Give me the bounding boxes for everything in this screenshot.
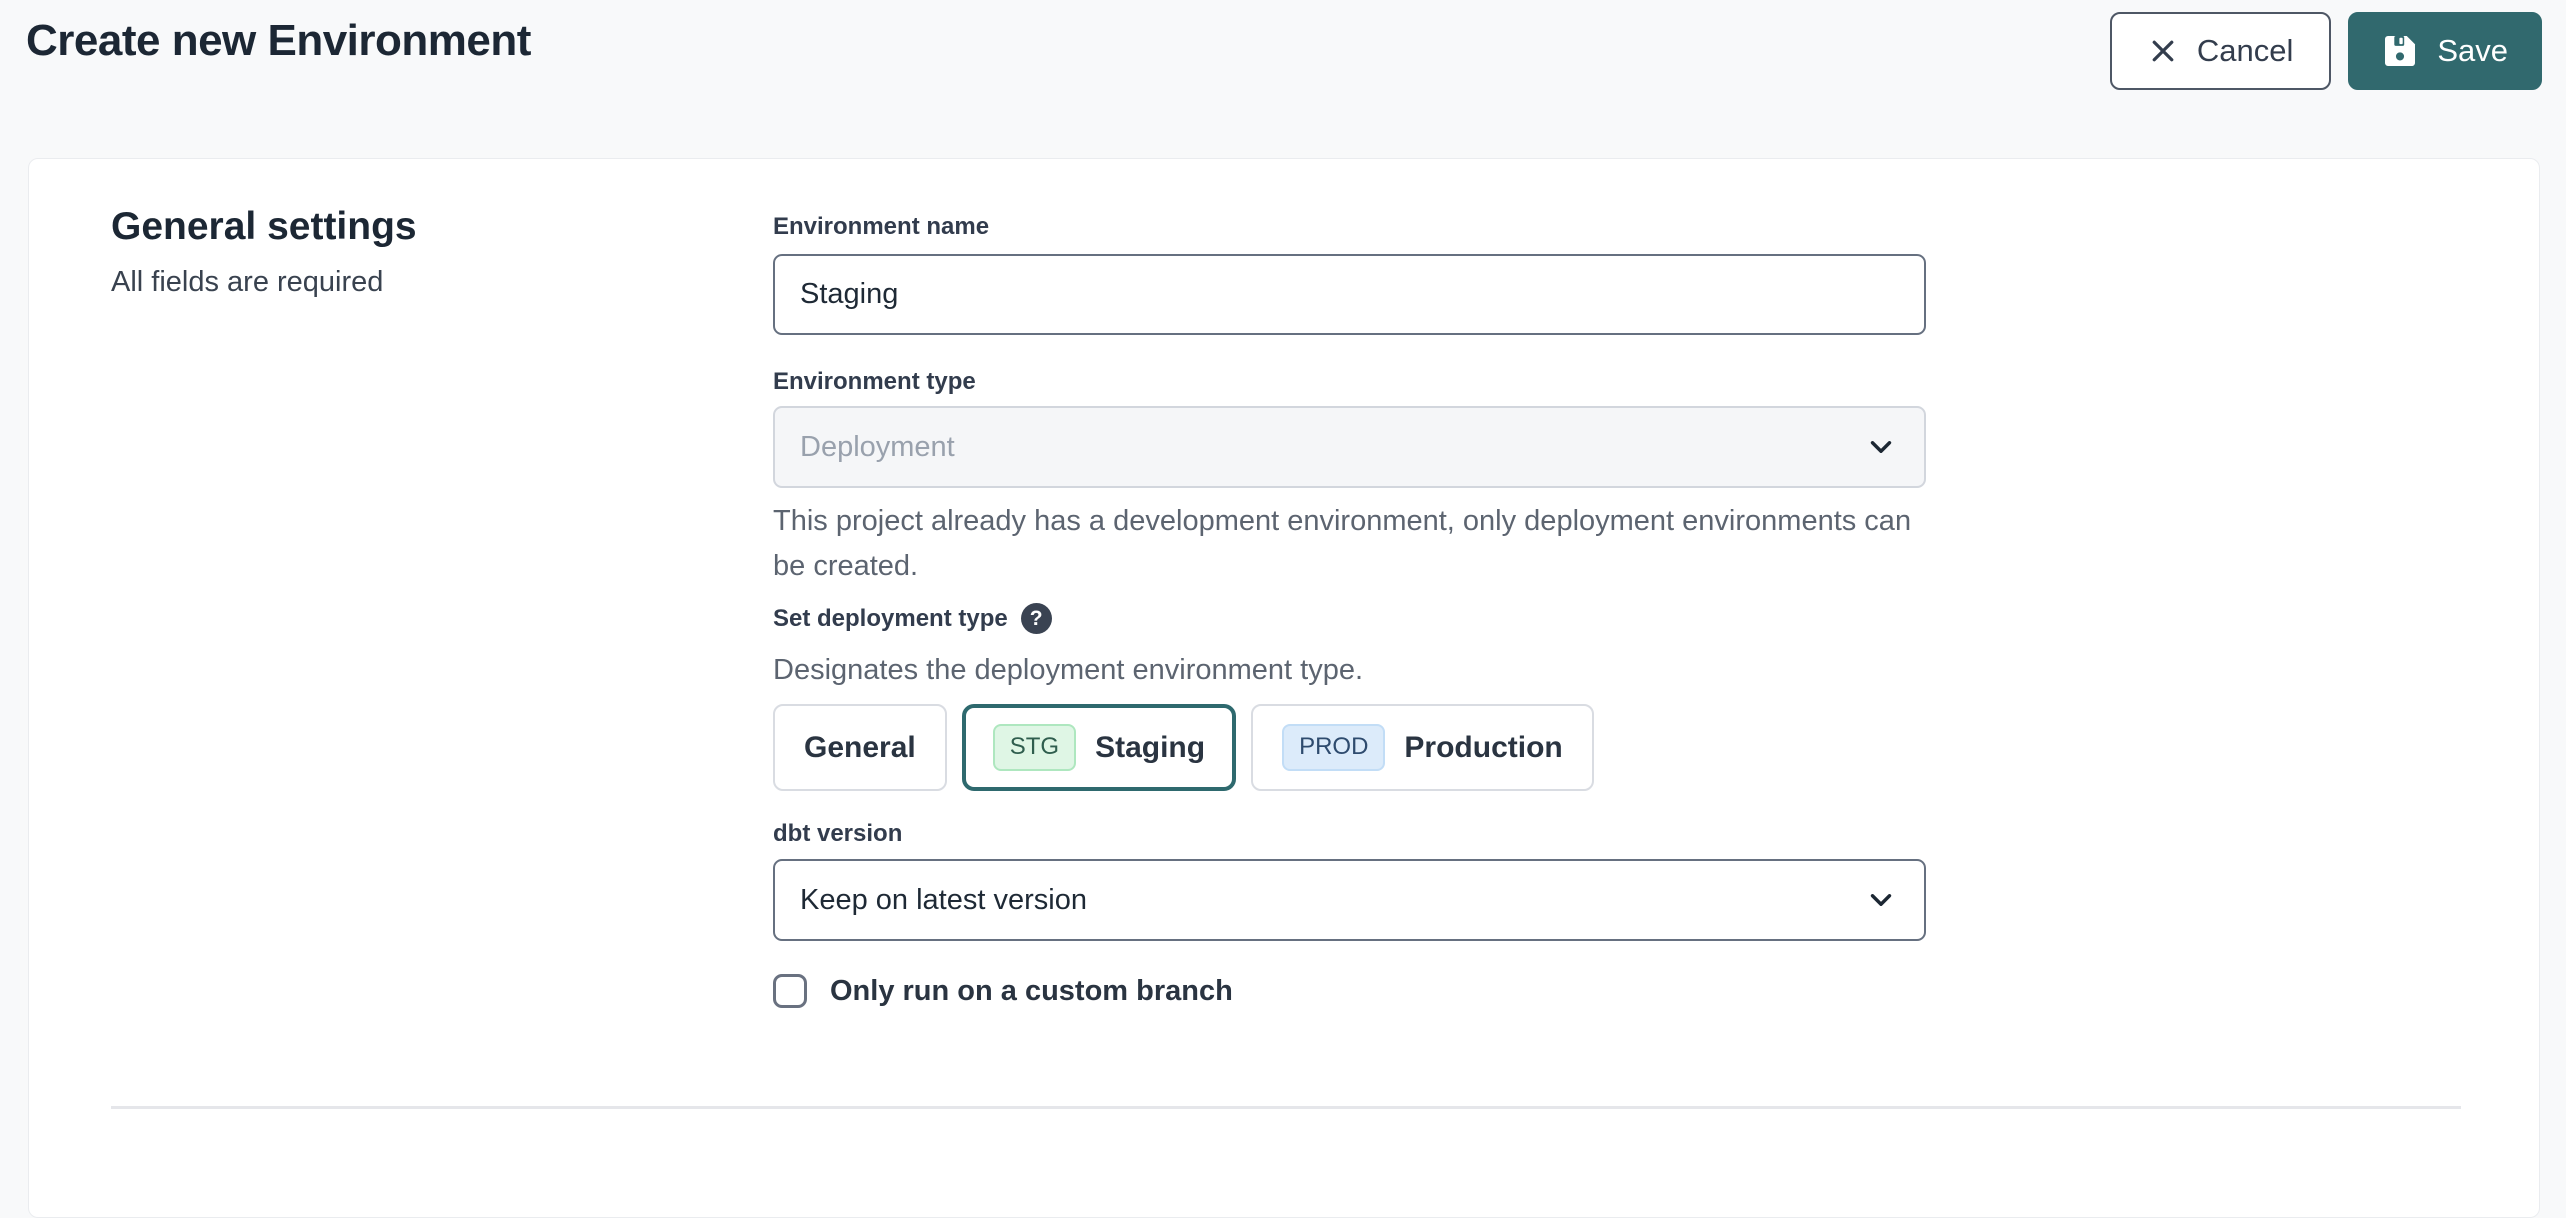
cancel-button[interactable]: Cancel — [2110, 12, 2332, 90]
save-icon — [2382, 33, 2418, 69]
dbt-version-select[interactable]: Keep on latest version — [773, 859, 1926, 941]
custom-branch-row[interactable]: Only run on a custom branch — [773, 974, 1233, 1008]
deployment-type-label-row: Set deployment type ? — [773, 603, 1052, 634]
page-title: Create new Environment — [26, 16, 531, 66]
deployment-type-label: Set deployment type — [773, 605, 1008, 633]
page-header: Create new Environment Cancel Save — [0, 0, 2566, 158]
general-settings-card: General settings All fields are required… — [28, 158, 2540, 1218]
custom-branch-label: Only run on a custom branch — [830, 975, 1233, 1008]
deployment-option-staging[interactable]: STG Staging — [962, 704, 1236, 791]
header-actions: Cancel Save — [2110, 12, 2542, 90]
deployment-option-production[interactable]: PROD Production — [1251, 704, 1594, 791]
environment-type-helper: This project already has a development e… — [773, 499, 1933, 589]
create-environment-page: { "page": { "title": "Create new Environ… — [0, 0, 2566, 1142]
save-button-label: Save — [2437, 33, 2508, 69]
deployment-type-options: General STG Staging PROD Production — [773, 704, 1594, 791]
environment-type-value: Deployment — [800, 431, 955, 464]
save-button[interactable]: Save — [2348, 12, 2542, 90]
cancel-button-label: Cancel — [2197, 33, 2294, 69]
help-icon[interactable]: ? — [1021, 603, 1052, 634]
deployment-type-description: Designates the deployment environment ty… — [773, 648, 1933, 693]
section-divider — [111, 1106, 2461, 1109]
environment-name-label: Environment name — [773, 213, 989, 241]
deployment-option-production-label: Production — [1404, 731, 1562, 765]
environment-name-input[interactable] — [773, 254, 1926, 335]
section-header: General settings All fields are required — [111, 205, 417, 299]
chevron-down-icon — [1864, 883, 1898, 917]
environment-type-select[interactable]: Deployment — [773, 406, 1926, 488]
dbt-version-label: dbt version — [773, 820, 902, 848]
custom-branch-checkbox[interactable] — [773, 974, 807, 1008]
deployment-option-general-label: General — [804, 731, 916, 765]
staging-badge: STG — [993, 724, 1076, 771]
environment-form: Environment name Environment type Deploy… — [773, 159, 1926, 1217]
production-badge: PROD — [1282, 724, 1385, 771]
dbt-version-value: Keep on latest version — [800, 884, 1087, 917]
close-icon — [2148, 36, 2178, 66]
deployment-option-staging-label: Staging — [1095, 731, 1205, 765]
deployment-option-general[interactable]: General — [773, 704, 947, 791]
section-subtitle: All fields are required — [111, 266, 417, 299]
environment-type-label: Environment type — [773, 368, 976, 396]
section-title: General settings — [111, 205, 417, 249]
chevron-down-icon — [1864, 430, 1898, 464]
